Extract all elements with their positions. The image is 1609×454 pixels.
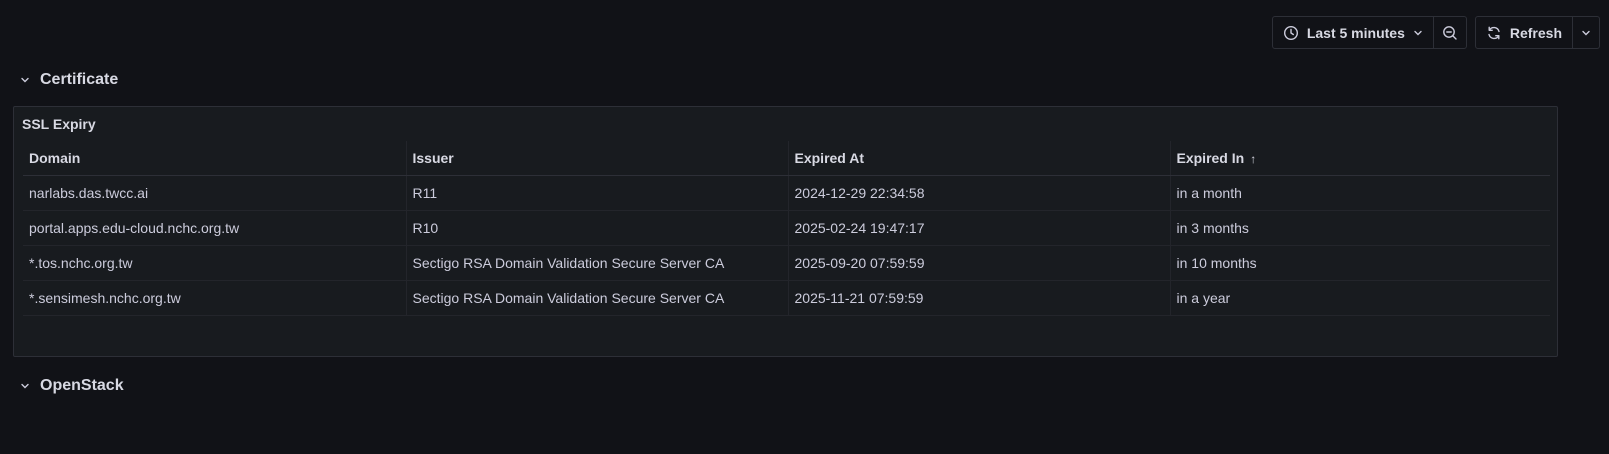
dashboard-toolbar: Last 5 minutes Refresh (1271, 16, 1600, 49)
chevron-down-icon (1581, 28, 1591, 38)
cell-domain: *.tos.nchc.org.tw (23, 245, 406, 281)
row-title: OpenStack (40, 377, 124, 394)
column-header-expired-at[interactable]: Expired At (787, 141, 1170, 176)
cell-issuer: R10 (405, 210, 788, 246)
column-header-expired-in[interactable]: Expired In ↑ (1169, 141, 1550, 176)
chevron-down-icon (1413, 28, 1423, 38)
row-header-certificate[interactable]: Certificate (20, 71, 118, 89)
table-header-row: Domain Issuer Expired At Expired In ↑ (23, 141, 1550, 176)
cell-expired-in: in a year (1169, 280, 1550, 316)
cell-expired-in: in 10 months (1169, 245, 1550, 281)
time-picker-group: Last 5 minutes (1271, 16, 1467, 49)
refresh-button[interactable]: Refresh (1476, 17, 1572, 48)
refresh-group: Refresh (1474, 16, 1600, 49)
cell-expired-at: 2025-02-24 19:47:17 (787, 210, 1170, 246)
refresh-label: Refresh (1509, 24, 1562, 41)
clock-icon (1283, 25, 1299, 41)
time-range-button[interactable]: Last 5 minutes (1273, 17, 1433, 48)
table-row: *.sensimesh.nchc.org.tw Sectigo RSA Doma… (23, 280, 1550, 316)
cell-issuer: Sectigo RSA Domain Validation Secure Ser… (405, 280, 788, 316)
cell-issuer: R11 (405, 175, 788, 211)
cell-expired-in: in a month (1169, 175, 1550, 211)
cell-expired-at: 2025-11-21 07:59:59 (787, 280, 1170, 316)
chevron-down-icon (20, 75, 30, 85)
cell-expired-in: in 3 months (1169, 210, 1550, 246)
cell-domain: narlabs.das.twcc.ai (23, 175, 406, 211)
cell-expired-at: 2024-12-29 22:34:58 (787, 175, 1170, 211)
table-row: portal.apps.edu-cloud.nchc.org.tw R10 20… (23, 210, 1550, 246)
zoom-out-icon (1442, 25, 1458, 41)
row-header-openstack[interactable]: OpenStack (20, 377, 124, 395)
row-title: Certificate (40, 71, 119, 88)
column-header-domain[interactable]: Domain (23, 141, 406, 176)
column-header-issuer[interactable]: Issuer (405, 141, 788, 176)
panel-title: SSL Expiry (22, 116, 96, 132)
table-row: *.tos.nchc.org.tw Sectigo RSA Domain Val… (23, 245, 1550, 281)
ssl-expiry-panel: SSL Expiry Domain Issuer Expired At Expi… (13, 106, 1558, 357)
cell-expired-at: 2025-09-20 07:59:59 (787, 245, 1170, 281)
zoom-out-button[interactable] (1432, 17, 1466, 48)
table-row: narlabs.das.twcc.ai R11 2024-12-29 22:34… (23, 175, 1550, 211)
cell-domain: portal.apps.edu-cloud.nchc.org.tw (23, 210, 406, 246)
cell-issuer: Sectigo RSA Domain Validation Secure Ser… (405, 245, 788, 281)
refresh-interval-button[interactable] (1572, 17, 1599, 48)
ssl-expiry-table: Domain Issuer Expired At Expired In ↑ nar… (23, 141, 1550, 316)
chevron-down-icon (20, 381, 30, 391)
time-range-label: Last 5 minutes (1306, 24, 1405, 41)
cell-domain: *.sensimesh.nchc.org.tw (23, 280, 406, 316)
refresh-icon (1486, 25, 1502, 41)
sort-ascending-icon: ↑ (1250, 152, 1257, 166)
